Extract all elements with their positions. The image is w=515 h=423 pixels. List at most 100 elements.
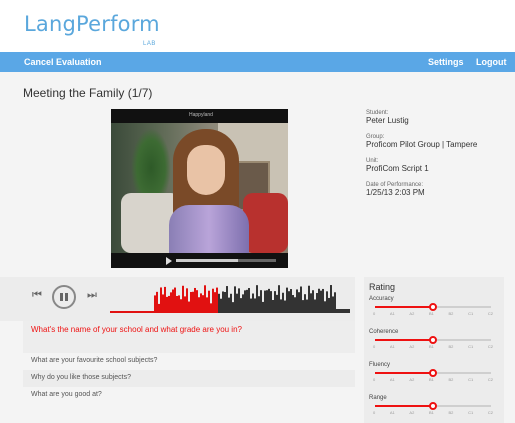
student-info: Student: Peter Lustig Group: Proficom Pi… (366, 110, 506, 206)
waveform-bar (228, 297, 230, 313)
tick-label: B2 (448, 344, 454, 349)
rating-label: Coherence (369, 329, 399, 335)
video-player[interactable]: Happyland (111, 109, 288, 268)
cancel-evaluation-link[interactable]: Cancel Evaluation (24, 57, 102, 67)
waveform-bar (168, 295, 170, 313)
slider-knob[interactable] (429, 303, 437, 311)
slider-knob[interactable] (429, 336, 437, 344)
slider-ticks: 0 A1 A2 B1 B2 C1 C2 (369, 377, 497, 382)
waveform-bar (318, 288, 320, 313)
waveform-bar (182, 285, 184, 313)
waveform-bar (214, 292, 216, 313)
waveform-bar (244, 290, 246, 313)
logout-link[interactable]: Logout (476, 57, 507, 67)
tick-label: C1 (468, 344, 474, 349)
waveform-bar (336, 309, 338, 313)
waveform-bar (250, 298, 252, 313)
waveform-bar (324, 301, 326, 313)
waveform-bar (278, 285, 280, 313)
waveform-bar (290, 289, 292, 313)
current-question[interactable]: What's the name of your school and what … (23, 321, 355, 353)
waveform-bar (258, 296, 260, 313)
waveform-bar (316, 293, 318, 313)
tick-label: C2 (487, 377, 493, 382)
waveform-bar (310, 293, 312, 313)
waveform-bar (334, 292, 336, 313)
tick-label: C1 (468, 377, 474, 382)
rating-label: Fluency (369, 362, 391, 368)
video-controls (111, 253, 288, 268)
tick-label: B2 (448, 410, 454, 415)
waveform-bar (262, 301, 264, 313)
waveform-bar (208, 290, 210, 313)
waveform-bar (294, 297, 296, 313)
waveform-bar (188, 301, 190, 313)
slider-knob[interactable] (429, 369, 437, 377)
waveform-bar (314, 299, 316, 313)
waveform-bar (176, 295, 178, 313)
waveform-bar (280, 299, 282, 313)
waveform-bar (220, 298, 222, 313)
tick-label: B1 (428, 410, 434, 415)
waveform-bar (154, 295, 156, 313)
question-item[interactable]: Why do you like those subjects? (23, 370, 355, 387)
app-logo-sub: LAB (143, 41, 156, 47)
waveform-bar (148, 311, 150, 313)
tick-label: C1 (468, 311, 474, 316)
tick-label: C2 (487, 410, 493, 415)
waveform-bar (306, 299, 308, 313)
slider-fill (375, 405, 433, 407)
waveform-bar (198, 297, 200, 313)
waveform-bar (224, 291, 226, 313)
rating-panel: Rating Accuracy 0 A1 A2 B1 B2 C1 C2 Coherence 0 A1… (364, 277, 504, 423)
waveform-bar (180, 299, 182, 313)
rating-slider[interactable]: 0 A1 A2 B1 B2 C1 C2 (369, 402, 497, 415)
header: LangPerform LAB (0, 0, 515, 52)
video-title-bar: Happyland (111, 109, 288, 123)
waveform-bar (308, 285, 310, 313)
waveform[interactable] (110, 283, 350, 317)
waveform-bar (174, 287, 176, 313)
slider-knob[interactable] (429, 402, 437, 410)
waveform-bar (118, 311, 120, 313)
tick-label: B1 (428, 311, 434, 316)
slider-ticks: 0 A1 A2 B1 B2 C1 C2 (369, 311, 497, 316)
waveform-bar (158, 303, 160, 313)
waveform-bar (312, 290, 314, 313)
question-item[interactable]: What are you good at? (23, 387, 355, 404)
waveform-bar (268, 288, 270, 313)
tick-label: B1 (428, 377, 434, 382)
next-icon[interactable]: ⏭ (87, 289, 97, 302)
video-title: Happyland (189, 112, 213, 118)
pause-icon[interactable] (52, 285, 76, 309)
video-seek-bar[interactable] (176, 259, 276, 262)
waveform-bar (284, 300, 286, 313)
waveform-bar (276, 294, 278, 313)
waveform-bar (142, 311, 144, 313)
waveform-bar (288, 291, 290, 313)
waveform-bar (112, 311, 114, 313)
waveform-bar (326, 291, 328, 313)
question-item[interactable]: What are your favourite school subjects? (23, 353, 355, 370)
waveform-bar (120, 311, 122, 313)
rating-slider[interactable]: 0 A1 A2 B1 B2 C1 C2 (369, 303, 497, 316)
video-frame (111, 123, 288, 255)
waveform-bar (248, 288, 250, 313)
tick-label: 0 (373, 311, 376, 316)
video-play-icon[interactable] (166, 257, 172, 265)
rating-slider[interactable]: 0 A1 A2 B1 B2 C1 C2 (369, 369, 497, 382)
rating-title: Rating (369, 282, 396, 292)
waveform-bar (254, 298, 256, 313)
tick-label: A1 (389, 410, 395, 415)
rating-fluency: Fluency 0 A1 A2 B1 B2 C1 C2 (369, 362, 497, 382)
settings-link[interactable]: Settings (428, 57, 464, 67)
waveform-bar (196, 290, 198, 313)
previous-icon[interactable]: ⏮ (32, 289, 42, 302)
waveform-bar (298, 292, 300, 313)
slider-ticks: 0 A1 A2 B1 B2 C1 C2 (369, 410, 497, 415)
waveform-bar (114, 311, 116, 313)
rating-range: Range 0 A1 A2 B1 B2 C1 C2 (369, 395, 497, 415)
tick-label: A2 (409, 410, 415, 415)
rating-slider[interactable]: 0 A1 A2 B1 B2 C1 C2 (369, 336, 497, 349)
slider-fill (375, 372, 433, 374)
